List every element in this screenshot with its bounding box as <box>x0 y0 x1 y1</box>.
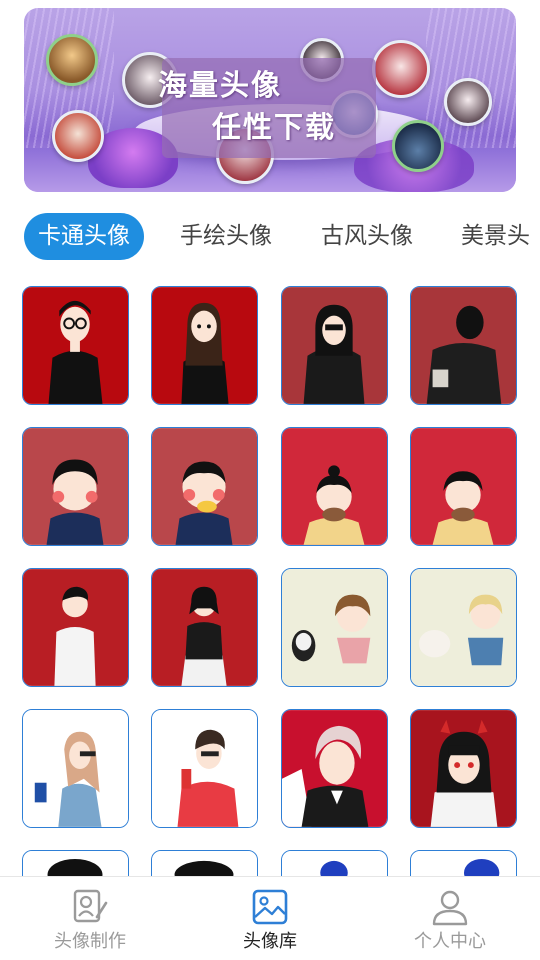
avatar-tile[interactable] <box>22 286 129 405</box>
nav-label: 头像库 <box>243 931 297 952</box>
person-icon <box>432 890 468 926</box>
avatar-tile[interactable] <box>410 709 517 828</box>
avatar-tile[interactable] <box>410 850 517 876</box>
avatar-tile[interactable] <box>22 427 129 546</box>
avatar-image <box>23 851 128 876</box>
avatar-tile[interactable] <box>151 568 258 687</box>
image-gallery-icon <box>252 889 288 925</box>
nav-label: 头像制作 <box>54 931 126 952</box>
banner-avatar-bubble <box>392 120 444 172</box>
avatar-tile[interactable] <box>281 286 388 405</box>
avatar-tile[interactable] <box>410 568 517 687</box>
avatar-tile[interactable] <box>151 286 258 405</box>
avatar-image <box>23 287 128 404</box>
banner-avatar-bubble <box>52 110 104 162</box>
avatar-tile[interactable] <box>410 427 517 546</box>
avatar-tile[interactable] <box>22 568 129 687</box>
banner-avatar-bubble <box>444 78 492 126</box>
bottom-nav: 头像制作 头像库 个人中心 <box>0 876 540 960</box>
avatar-tile[interactable] <box>281 427 388 546</box>
avatar-image <box>152 569 257 686</box>
nav-label: 个人中心 <box>414 931 486 952</box>
avatar-image <box>282 287 387 404</box>
avatar-tile[interactable] <box>410 286 517 405</box>
avatar-grid <box>0 286 540 876</box>
avatar-tile[interactable] <box>151 709 258 828</box>
avatar-tile[interactable] <box>151 427 258 546</box>
avatar-image <box>411 710 516 827</box>
tab-scenery[interactable]: 美景头 <box>447 213 540 260</box>
avatar-tile[interactable] <box>22 850 129 876</box>
banner-avatar-bubble <box>372 40 430 98</box>
banner-avatar-bubble <box>46 34 98 86</box>
avatar-tile[interactable] <box>22 709 129 828</box>
avatar-image <box>411 428 516 545</box>
avatar-image <box>411 287 516 404</box>
avatar-image <box>152 287 257 404</box>
avatar-image <box>23 569 128 686</box>
nav-item-avatar-maker[interactable]: 头像制作 <box>0 877 180 960</box>
tab-cartoon[interactable]: 卡通头像 <box>24 213 144 260</box>
avatar-image <box>282 428 387 545</box>
avatar-image <box>282 710 387 827</box>
avatar-image <box>411 569 516 686</box>
portrait-edit-icon <box>73 889 108 923</box>
avatar-image <box>152 428 257 545</box>
avatar-tile[interactable] <box>281 709 388 828</box>
nav-item-avatar-library[interactable]: 头像库 <box>180 877 360 960</box>
avatar-image <box>23 710 128 827</box>
avatar-tile[interactable] <box>281 850 388 876</box>
avatar-tile[interactable] <box>281 568 388 687</box>
nav-item-profile[interactable]: 个人中心 <box>360 877 540 960</box>
avatar-image <box>23 428 128 545</box>
avatar-image <box>152 710 257 827</box>
banner-title-line2: 任性下载 <box>212 110 337 144</box>
avatar-image <box>282 851 387 876</box>
avatar-tile[interactable] <box>151 850 258 876</box>
banner-title-line1: 海量头像 <box>158 68 283 102</box>
avatar-image <box>152 851 257 876</box>
avatar-image <box>282 569 387 686</box>
avatar-image <box>411 851 516 876</box>
tab-hand-drawn[interactable]: 手绘头像 <box>166 213 286 260</box>
tab-ancient-style[interactable]: 古风头像 <box>307 213 427 260</box>
category-tabs[interactable]: 卡通头像 手绘头像 古风头像 美景头 <box>0 210 540 262</box>
